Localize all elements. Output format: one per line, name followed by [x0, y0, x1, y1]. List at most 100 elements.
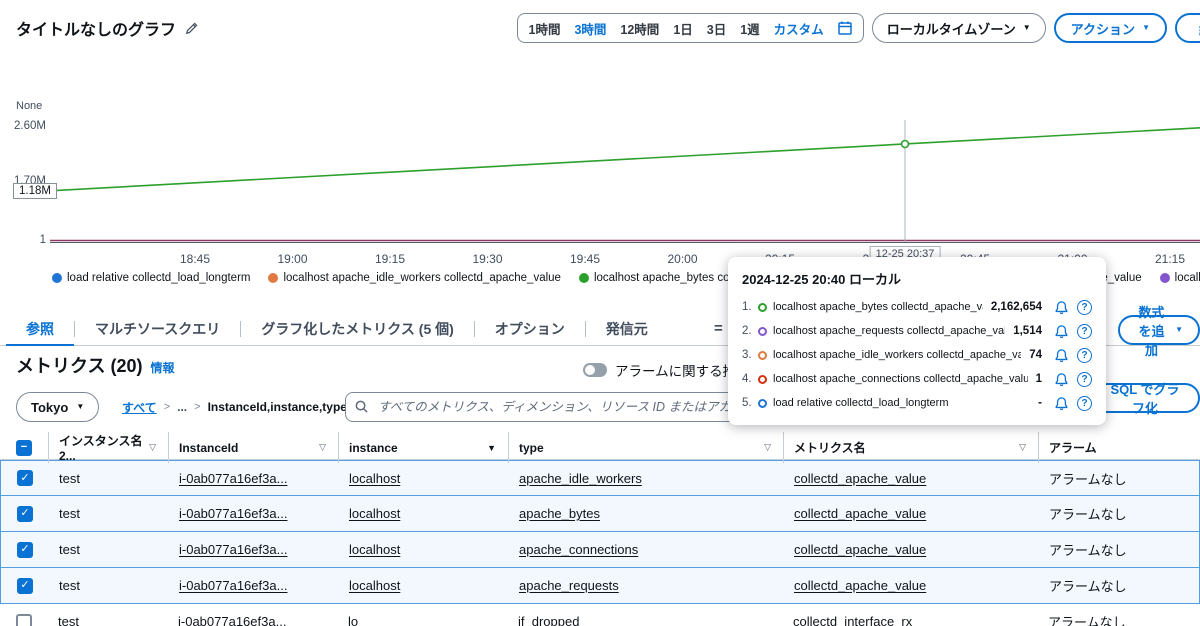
- cell-type: apache_connections: [509, 542, 784, 557]
- tab-0[interactable]: 参照: [6, 312, 74, 346]
- cell-type-value[interactable]: apache_bytes: [519, 506, 600, 521]
- time-range-1[interactable]: 3時間: [567, 19, 613, 38]
- time-range-0[interactable]: 1時間: [522, 19, 568, 38]
- column-header-3[interactable]: type ▽: [508, 432, 783, 463]
- add-math-dropdown[interactable]: 数式を追加 ▼: [1118, 305, 1200, 358]
- cell-metric-name-value[interactable]: collectd_apache_value: [794, 471, 926, 486]
- cell-instance-id: i-0ab077a16ef3a...: [169, 506, 339, 521]
- alarm-recommendation-toggle[interactable]: [583, 363, 607, 377]
- cell-metric-name-value[interactable]: collectd_apache_value: [794, 506, 926, 521]
- edit-title-icon[interactable]: [185, 21, 199, 35]
- sort-icon[interactable]: ▽: [1019, 442, 1026, 453]
- select-all-checkbox[interactable]: −: [16, 439, 32, 456]
- sort-icon[interactable]: ▼: [487, 443, 496, 453]
- time-range-4[interactable]: 3日: [700, 19, 733, 38]
- create-alarm-bell-icon[interactable]: [1054, 348, 1069, 363]
- cell-metric-name-value[interactable]: collectd_apache_value: [794, 578, 926, 593]
- time-range-custom[interactable]: カスタム: [767, 19, 831, 38]
- time-range-2[interactable]: 12時間: [613, 19, 666, 38]
- row-checkbox[interactable]: ✓: [17, 541, 33, 558]
- tooltip-metric-value: 74: [1029, 349, 1042, 361]
- cell-instance-value[interactable]: lo: [348, 614, 358, 626]
- tab-3[interactable]: オプション: [475, 312, 585, 346]
- create-alarm-bell-icon[interactable]: [1054, 372, 1069, 387]
- cell-type-value[interactable]: if_dropped: [518, 614, 579, 626]
- tab-4[interactable]: 発信元: [586, 312, 668, 346]
- column-header-0[interactable]: インスタンス名 2... ▽: [48, 432, 168, 463]
- cell-type: if_dropped: [508, 614, 783, 626]
- series-color-ring: [758, 350, 767, 360]
- sql-graph-button[interactable]: SQL でグラフ化: [1090, 382, 1200, 416]
- create-alarm-bell-icon[interactable]: [1054, 396, 1069, 411]
- cell-metric-name-value[interactable]: collectd_interface_rx: [793, 614, 912, 626]
- row-checkbox[interactable]: ✓: [17, 470, 33, 486]
- info-link[interactable]: 情報: [150, 359, 174, 376]
- legend-label: localhost apache_requests collectd_apach…: [1174, 272, 1200, 284]
- column-header-4[interactable]: メトリクス名 ▽: [783, 432, 1038, 463]
- tooltip-metric-row: 4. localhost apache_connections collectd_…: [742, 367, 1092, 391]
- tab-1[interactable]: マルチソースクエリ: [75, 312, 240, 346]
- column-header-2[interactable]: instance ▼: [338, 432, 508, 463]
- legend-item[interactable]: localhost apache_idle_workers collectd_a…: [268, 272, 561, 284]
- row-checkbox[interactable]: [16, 613, 32, 626]
- legend-color-dot: [578, 273, 589, 283]
- cell-instance-id-value[interactable]: i-0ab077a16ef3a...: [179, 506, 287, 521]
- help-icon[interactable]: ?: [1077, 323, 1092, 339]
- tooltip-metric-value: 1: [1035, 373, 1042, 385]
- table-row[interactable]: ✓ test i-0ab077a16ef3a... localhost apache_b…: [0, 496, 1200, 532]
- breadcrumb-separator: >: [163, 401, 171, 413]
- help-icon[interactable]: ?: [1077, 299, 1092, 315]
- table-row[interactable]: test i-0ab077a16ef3a... lo if_dropped collec…: [0, 604, 1200, 626]
- tooltip-row-number: 1.: [742, 301, 752, 313]
- cell-metric-name-value[interactable]: collectd_apache_value: [794, 542, 926, 557]
- table-row[interactable]: ✓ test i-0ab077a16ef3a... localhost apache_r…: [0, 568, 1200, 604]
- create-alarm-bell-icon[interactable]: [1054, 300, 1069, 315]
- chart-plot-area[interactable]: [50, 114, 1200, 243]
- tooltip-metric-value: 1,514: [1013, 325, 1042, 337]
- cell-type-value[interactable]: apache_idle_workers: [519, 471, 642, 486]
- cell-type-value[interactable]: apache_connections: [519, 542, 638, 557]
- sort-icon[interactable]: ▽: [319, 442, 326, 453]
- cell-metric-name: collectd_apache_value: [784, 471, 1039, 486]
- row-checkbox[interactable]: ✓: [17, 505, 33, 522]
- cell-alarm: アラームなし: [1039, 469, 1199, 488]
- tooltip-row-number: 2.: [742, 325, 752, 337]
- line-style-dropdown[interactable]: 線: [1174, 13, 1200, 43]
- chevron-down-icon: ▼: [1022, 23, 1031, 32]
- cell-instance-value[interactable]: localhost: [349, 506, 400, 521]
- help-icon[interactable]: ?: [1077, 347, 1092, 363]
- time-range-5[interactable]: 1週: [733, 19, 766, 38]
- column-header-1[interactable]: InstanceId ▽: [168, 432, 338, 463]
- table-row[interactable]: ✓ test i-0ab077a16ef3a... localhost apache_i…: [0, 460, 1200, 496]
- time-range-3[interactable]: 1日: [666, 19, 699, 38]
- add-math-label: 数式を追加: [1138, 304, 1165, 358]
- y-tick-label: 1: [39, 234, 46, 246]
- cell-instance-value[interactable]: localhost: [349, 542, 400, 557]
- row-checkbox[interactable]: ✓: [17, 577, 33, 594]
- actions-dropdown[interactable]: アクション ▼: [1053, 13, 1167, 43]
- cell-instance-value[interactable]: localhost: [349, 471, 400, 486]
- sort-icon[interactable]: ▽: [149, 442, 156, 453]
- calendar-icon[interactable]: [831, 20, 859, 36]
- breadcrumb-ellipsis[interactable]: ...: [177, 400, 187, 414]
- legend-item[interactable]: load relative collectd_load_longterm: [52, 272, 250, 284]
- cell-instance-id-value[interactable]: i-0ab077a16ef3a...: [179, 542, 287, 557]
- breadcrumb-all[interactable]: すべて: [122, 399, 157, 416]
- create-alarm-bell-icon[interactable]: [1054, 324, 1069, 339]
- cell-instance-value[interactable]: localhost: [349, 578, 400, 593]
- checkbox-cell: ✓: [1, 470, 49, 486]
- hover-value-badge: 1.18M: [13, 183, 57, 199]
- cell-instance-id-value[interactable]: i-0ab077a16ef3a...: [178, 614, 286, 626]
- region-dropdown[interactable]: Tokyo ▼: [16, 392, 100, 422]
- tab-2[interactable]: グラフ化したメトリクス (5 個): [241, 312, 473, 346]
- table-row[interactable]: ✓ test i-0ab077a16ef3a... localhost apache_c…: [0, 532, 1200, 568]
- cell-instance-id-value[interactable]: i-0ab077a16ef3a...: [179, 578, 287, 593]
- help-icon[interactable]: ?: [1077, 371, 1092, 387]
- legend-item[interactable]: localhost apache_requests collectd_apach…: [1159, 272, 1200, 284]
- help-icon[interactable]: ?: [1077, 395, 1092, 411]
- cell-instance-id-value[interactable]: i-0ab077a16ef3a...: [179, 471, 287, 486]
- cell-type-value[interactable]: apache_requests: [519, 578, 619, 593]
- sort-icon[interactable]: ▽: [764, 442, 771, 453]
- column-header-5[interactable]: アラーム: [1038, 432, 1200, 463]
- timezone-dropdown[interactable]: ローカルタイムゾーン ▼: [871, 13, 1046, 43]
